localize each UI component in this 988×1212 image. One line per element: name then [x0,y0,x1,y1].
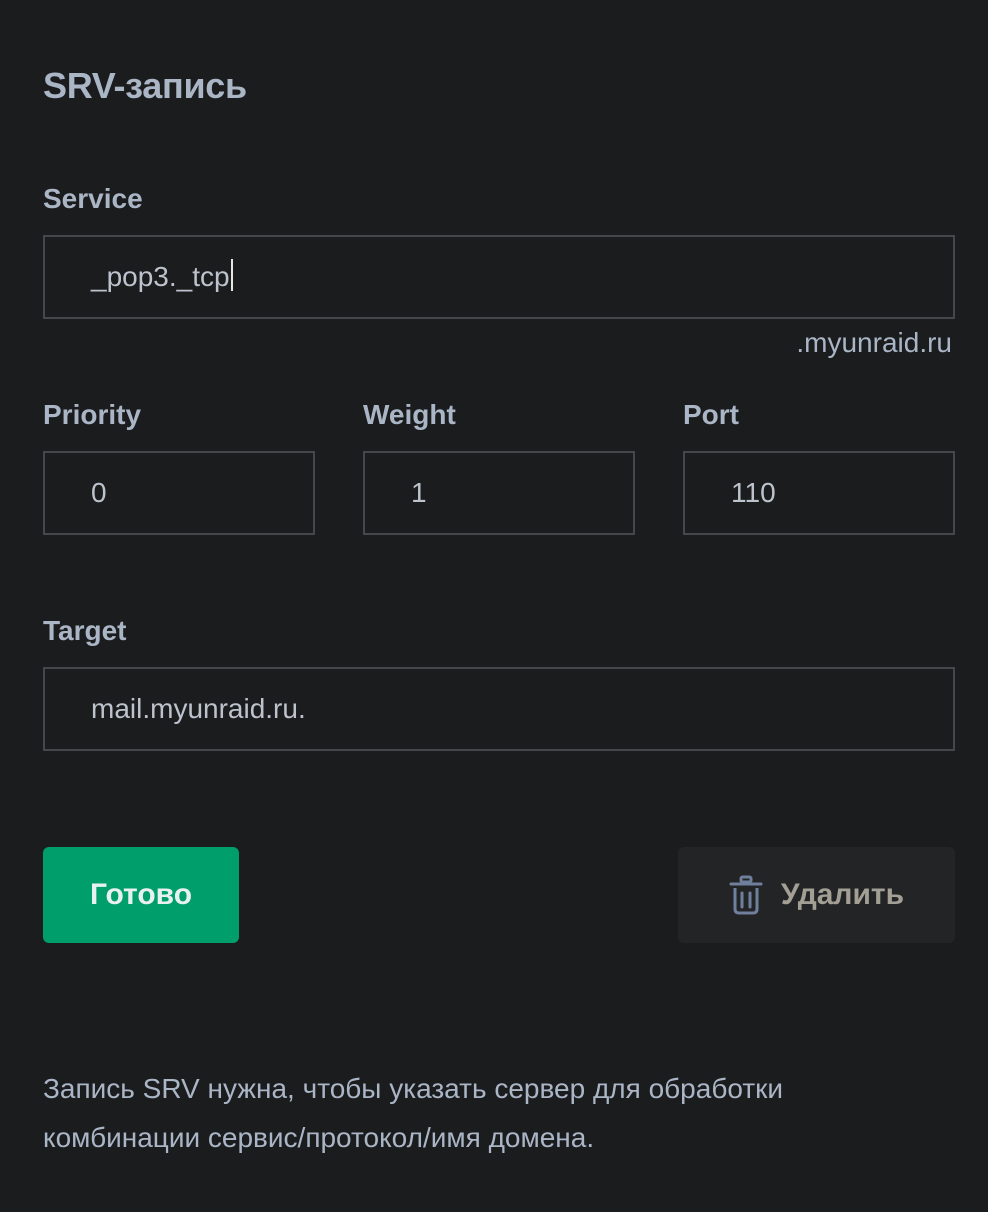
delete-button[interactable]: Удалить [678,847,955,943]
priority-value: 0 [91,477,107,508]
service-input[interactable]: _pop3._tcp [43,235,955,319]
target-label: Target [43,615,127,646]
srv-description: Запись SRV нужна, чтобы указать сервер д… [43,1073,784,1153]
trash-icon [729,875,763,915]
priority-label: Priority [43,399,142,430]
target-input[interactable]: mail.myunraid.ru. [43,667,955,751]
priority-input[interactable]: 0 [43,451,315,535]
domain-suffix: .myunraid.ru [796,327,952,358]
page-title: SRV-запись [43,65,247,106]
weight-label: Weight [363,399,456,430]
text-caret [230,259,233,291]
weight-input[interactable]: 1 [363,451,635,535]
weight-value: 1 [411,477,427,508]
delete-button-label: Удалить [780,878,905,911]
port-input[interactable]: 110 [683,451,955,535]
service-label: Service [43,183,143,214]
port-label: Port [683,399,739,430]
done-button-label: Готово [89,878,193,911]
done-button[interactable]: Готово [43,847,239,943]
port-value: 110 [731,477,776,508]
service-value: _pop3._tcp [91,261,230,292]
target-value: mail.myunraid.ru. [91,693,306,724]
